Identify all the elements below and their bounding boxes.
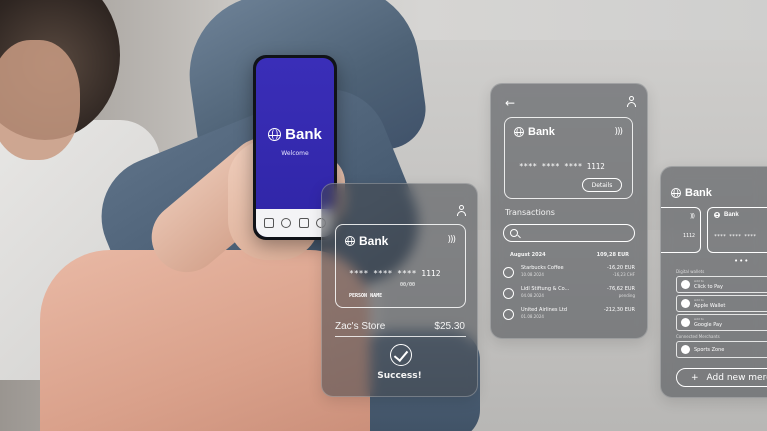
search-input[interactable] [503, 224, 635, 242]
month-total: 109,28 EUR [596, 252, 629, 258]
chat-icon[interactable] [281, 218, 292, 228]
apple-wallet-button[interactable]: Add to Apple Wallet [676, 295, 767, 312]
checkmark-icon [390, 344, 412, 366]
contactless-icon: ))) [689, 213, 695, 220]
click-to-pay-button[interactable]: Add to Click to Pay [676, 276, 767, 293]
transaction-row[interactable]: Starbucks Coffee 10.08.2024 -16,20 EUR -… [503, 265, 635, 285]
store-name: Zac's Store [335, 321, 386, 332]
mini-card-right[interactable]: Bank **** **** **** [707, 207, 767, 253]
bank-card[interactable]: Bank ))) **** **** **** 1112 00/00 PERSO… [335, 224, 466, 308]
home-icon[interactable] [263, 218, 274, 228]
user-icon[interactable] [456, 205, 467, 216]
plus-icon: + [691, 372, 699, 383]
wallet-panel: Bank ))) 1112 Bank **** **** **** ••• Di… [660, 166, 767, 398]
add-merchant-button[interactable]: + Add new merch [676, 368, 767, 387]
wallets-section-label: Digital wallets [676, 269, 705, 274]
divider [335, 336, 466, 337]
transactions-heading: Transactions [505, 208, 555, 217]
card-expiry: 00/00 [400, 282, 416, 288]
pager-dots[interactable]: ••• [734, 257, 749, 265]
click-to-pay-icon [681, 280, 690, 289]
contactless-icon: ))) [614, 127, 622, 137]
google-pay-button[interactable]: Add to Google Pay [676, 314, 767, 331]
person-face [0, 40, 80, 160]
welcome-text: Welcome [281, 150, 309, 157]
list-icon[interactable] [298, 218, 309, 228]
wallet-brand: Bank [685, 187, 712, 199]
payment-panel: Bank ))) **** **** **** 1112 00/00 PERSO… [321, 183, 478, 397]
google-icon [681, 318, 690, 327]
merchants-section-label: Connected Merchants [676, 334, 720, 339]
apple-icon [681, 299, 690, 308]
search-icon [510, 229, 518, 237]
brand-label: Bank [285, 126, 322, 143]
card-number: **** **** **** 1112 [349, 269, 441, 278]
globe-icon [345, 236, 355, 246]
globe-icon [268, 128, 282, 141]
globe-icon [514, 127, 524, 137]
coffee-icon [503, 267, 514, 278]
merchant-row[interactable]: Sports Zone [676, 341, 767, 358]
success-text: Success! [377, 371, 422, 381]
mini-card-left[interactable]: ))) 1112 [661, 207, 701, 253]
globe-icon [671, 188, 681, 198]
user-icon[interactable] [626, 96, 637, 107]
card-brand: Bank [528, 126, 555, 138]
transaction-row[interactable]: Lidl Stiftung & Co... 04.08.2024 -76,62 … [503, 286, 635, 306]
card-number: **** **** **** 1112 [519, 162, 605, 171]
transaction-row[interactable]: United Airlines Ltd 01.08.2024 -212,30 E… [503, 307, 635, 327]
payment-amount: $25.30 [434, 321, 465, 332]
details-button[interactable]: Details [582, 178, 622, 192]
bank-card[interactable]: Bank ))) **** **** **** 1112 Details [504, 117, 633, 199]
globe-icon [714, 212, 720, 218]
month-label: August 2024 [510, 252, 546, 258]
transactions-panel: ← Bank ))) **** **** **** 1112 Details T… [490, 83, 648, 339]
card-brand: Bank [359, 234, 389, 248]
card-holder: PERSON NAME [349, 293, 383, 299]
contactless-icon: ))) [447, 235, 455, 245]
plane-icon [503, 309, 514, 320]
sports-icon [681, 345, 690, 354]
back-arrow-icon[interactable]: ← [505, 96, 515, 110]
phone-brand: Bank [256, 126, 334, 143]
cart-icon [503, 288, 514, 299]
